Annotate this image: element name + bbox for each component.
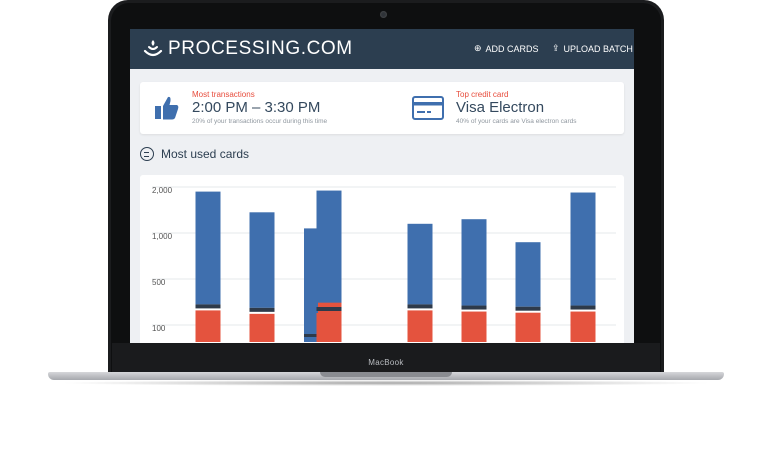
upload-icon: ⇪ [552,43,560,53]
logo-icon [143,40,163,57]
stat-top-credit-card: Top credit card Visa Electron 40% of you… [402,82,624,134]
bar-segment-red [249,313,275,342]
laptop-shadow [58,380,714,386]
y-tick-label: 2,000 [152,186,173,195]
bar-segment-dark [195,304,221,309]
bar-segment-blue [515,242,541,307]
section-title: Most used cards [161,147,250,161]
bar-segment-blue [195,191,221,305]
stat-label: Most transactions [192,90,255,99]
camera-icon [380,11,387,18]
stat-value: 2:00 PM – 3:30 PM [192,99,321,116]
add-cards-label: ADD CARDS [485,43,539,54]
stat-value: Visa Electron [456,99,545,116]
y-tick-label: 100 [152,324,166,333]
top-navbar: PROCESSING.COM ⊕ ADD CARDS ⇪ UPLOAD BATC… [130,29,634,69]
bar-segment-red [407,310,433,342]
bar-segment-blue [407,223,433,305]
bar-segment-blue [249,212,275,308]
laptop-base-notch [320,372,452,377]
bar-segment-red [195,310,221,342]
stat-label: Top credit card [456,90,509,99]
bar-segment-dark [407,304,433,309]
most-used-cards-chart: 2,000 1,000 500 100 [152,186,616,342]
device-brand-label: MacBook [368,358,404,367]
bar-segment-dark-partial [304,334,318,337]
bar-segment-blue [461,219,487,306]
stat-note: 40% of your cards are Visa electron card… [456,118,577,125]
stats-card: Most transactions 2:00 PM – 3:30 PM 20% … [140,82,624,134]
bar-segment-dark [461,305,487,310]
stat-most-transactions: Most transactions 2:00 PM – 3:30 PM 20% … [140,82,380,134]
section-header: Most used cards [140,147,249,161]
add-cards-button[interactable]: ⊕ ADD CARDS [474,43,539,54]
bar-segment-blue [570,192,596,306]
bar-segment-red-front [316,313,342,342]
bar-segment-blue-partial [304,228,318,342]
upload-batch-button[interactable]: ⇪ UPLOAD BATCH [552,43,633,54]
thumbs-up-icon [155,96,179,120]
bar-segment-blue-front [316,190,342,303]
plus-circle-icon: ⊕ [474,43,482,53]
app-logo-text[interactable]: PROCESSING.COM [168,38,353,60]
credit-card-circle-icon [140,147,154,161]
y-tick-label: 1,000 [152,232,173,241]
chart-panel: 2,000 1,000 500 100 [140,175,624,343]
bar-segment-red [515,312,541,342]
bar-segment-dark [515,306,541,311]
bar-segment-red [461,311,487,342]
bar-segment-dark [249,307,275,312]
bar-segment-dark [570,305,596,310]
upload-batch-label: UPLOAD BATCH [563,43,633,54]
credit-card-icon [412,96,444,120]
app-screen: PROCESSING.COM ⊕ ADD CARDS ⇪ UPLOAD BATC… [130,29,634,343]
y-tick-label: 500 [152,278,166,287]
bar-segment-red [570,311,596,342]
bar-segment-dark-front [316,307,342,311]
stat-note: 20% of your transactions occur during th… [192,118,328,125]
